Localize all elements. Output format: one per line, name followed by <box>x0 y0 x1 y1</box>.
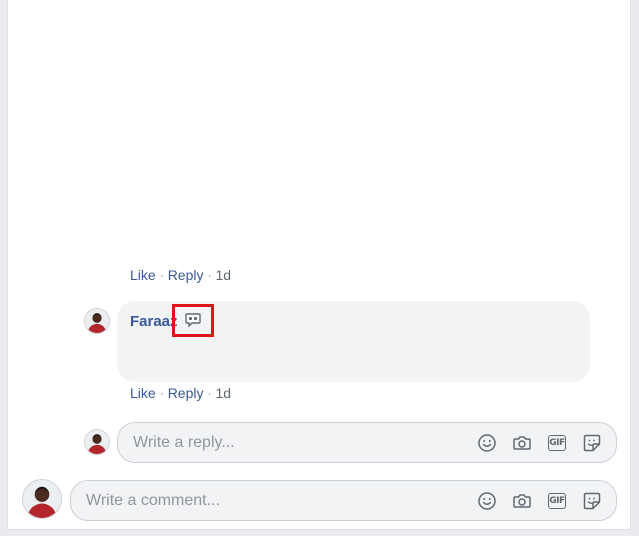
separator: · <box>207 268 212 282</box>
gif-label: GIF <box>548 492 566 509</box>
reply-tools: GIF <box>477 433 602 453</box>
comment-tools: GIF <box>477 491 602 511</box>
separator: · <box>159 386 164 400</box>
avatar[interactable] <box>22 479 62 519</box>
comment-bubble: Faraaz <box>117 301 590 382</box>
gif-label: GIF <box>548 434 566 451</box>
comment-timestamp[interactable]: 1d <box>215 267 231 283</box>
avatar[interactable] <box>84 308 110 334</box>
emoji-icon[interactable] <box>477 433 497 453</box>
emoji-icon[interactable] <box>477 491 497 511</box>
camera-icon[interactable] <box>512 433 532 453</box>
avatar[interactable] <box>84 429 110 455</box>
gif-icon[interactable]: GIF <box>547 491 567 511</box>
comment-timestamp[interactable]: 1d <box>215 385 231 401</box>
comment-actions: Like · Reply · 1d <box>130 267 231 283</box>
sticker-icon[interactable] <box>582 433 602 453</box>
reply-placeholder: Write a reply... <box>133 433 235 451</box>
comment-actions: Like · Reply · 1d <box>130 385 231 401</box>
comment-author[interactable]: Faraaz <box>130 313 178 330</box>
comment-input[interactable]: Write a comment... GIF <box>70 480 617 521</box>
sticker-icon[interactable] <box>582 491 602 511</box>
reply-input[interactable]: Write a reply... GIF <box>117 422 617 463</box>
comment-placeholder: Write a comment... <box>86 491 220 509</box>
like-link[interactable]: Like <box>130 267 156 283</box>
profile-photo <box>85 309 109 333</box>
profile-photo <box>23 480 61 518</box>
reply-link[interactable]: Reply <box>168 267 204 283</box>
sticker-comment-icon[interactable] <box>185 313 201 328</box>
camera-icon[interactable] <box>512 491 532 511</box>
reply-link[interactable]: Reply <box>168 385 204 401</box>
separator: · <box>159 268 164 282</box>
separator: · <box>207 386 212 400</box>
gif-icon[interactable]: GIF <box>547 433 567 453</box>
like-link[interactable]: Like <box>130 385 156 401</box>
profile-photo <box>85 430 109 454</box>
